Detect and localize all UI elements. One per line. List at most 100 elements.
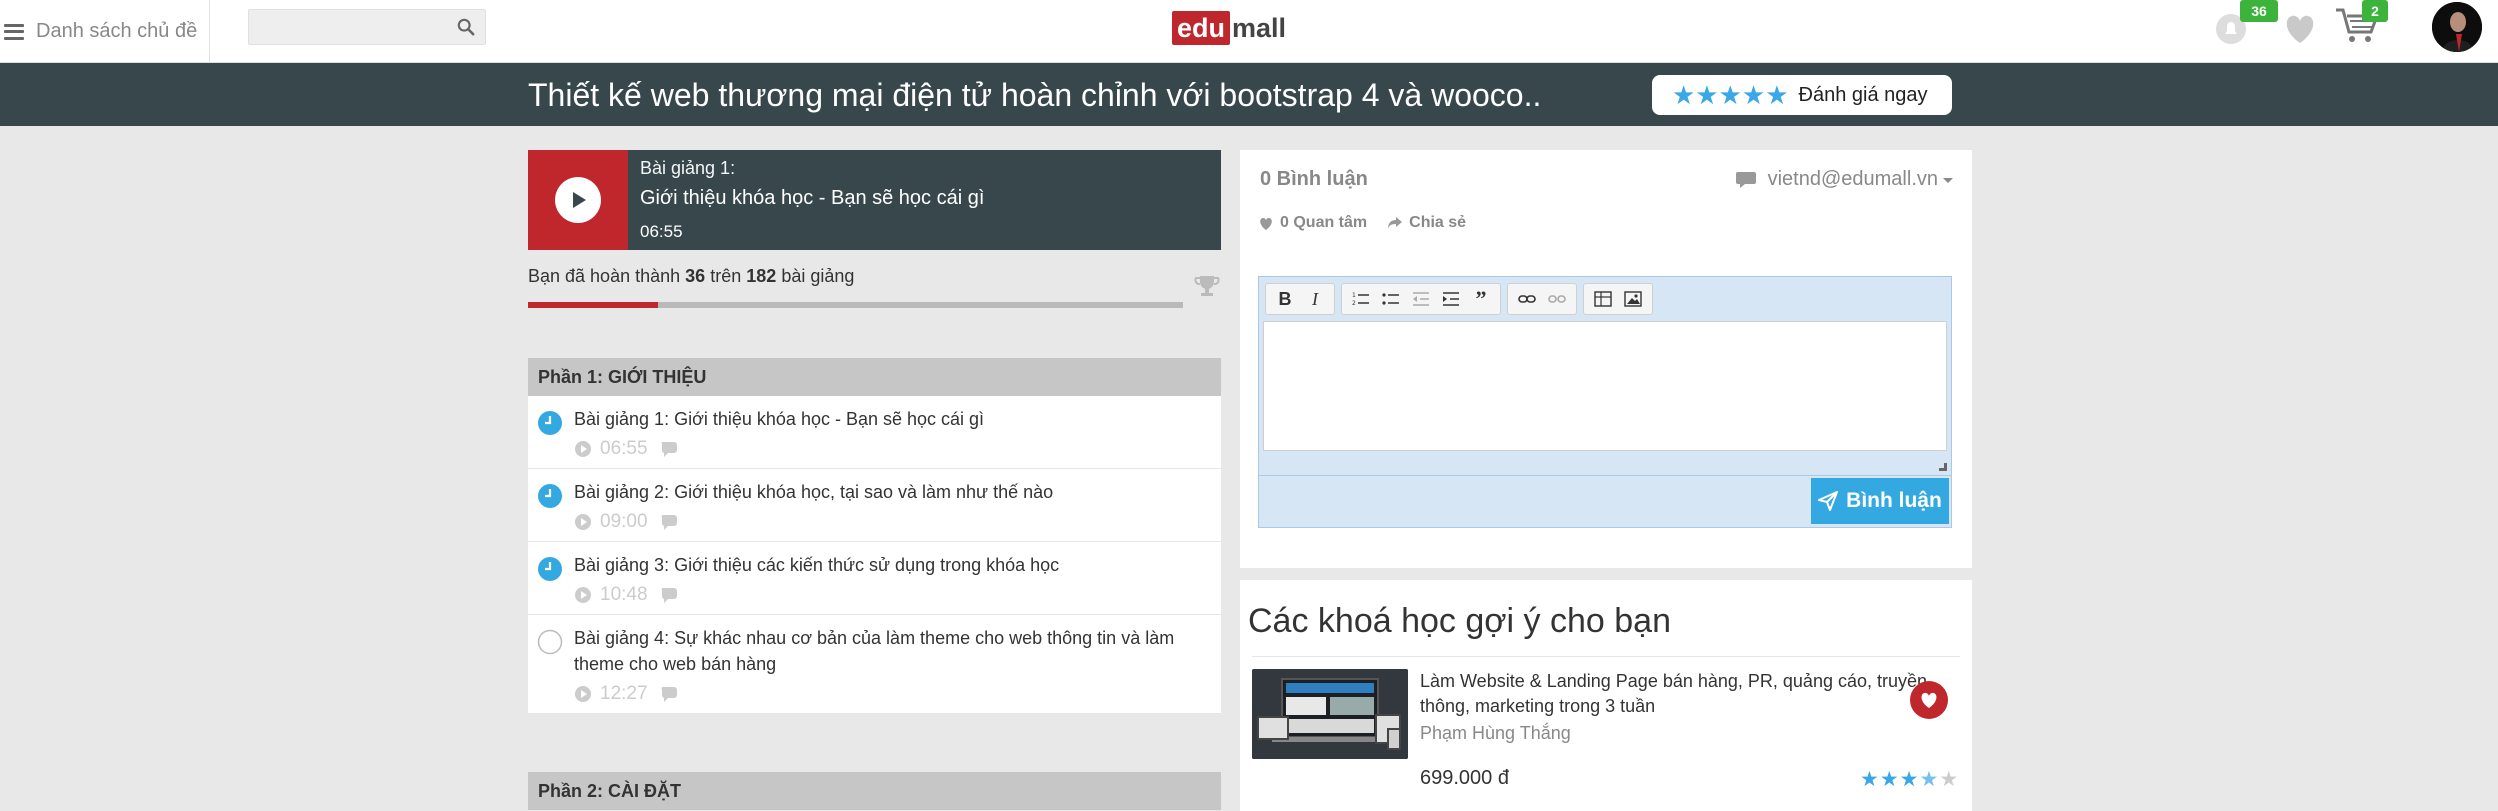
lesson-duration: 10:48 [600, 584, 648, 605]
lesson-title: Bài giảng 1: Giới thiệu khóa học - Bạn s… [574, 409, 985, 429]
lesson-duration: 09:00 [600, 511, 648, 532]
comment-count: 0 Bình luận [1260, 168, 1368, 190]
now-playing-lesson-label: Bài giảng 1: [640, 158, 736, 178]
course-thumbnail[interactable] [1252, 669, 1408, 759]
wishlist-heart-icon[interactable] [2282, 12, 2318, 46]
numbered-list-icon[interactable]: 12 [1346, 285, 1376, 313]
course-rating-stars: ★★★★★ [1860, 767, 1959, 792]
resize-handle-icon[interactable] [1939, 463, 1947, 471]
bullet-list-icon[interactable] [1376, 285, 1406, 313]
cart-count-badge: 2 [2362, 0, 2388, 22]
clock-icon [538, 411, 562, 435]
suggested-course-price: 699.000 đ [1420, 767, 1509, 789]
search-input[interactable] [249, 10, 439, 44]
send-icon [1818, 491, 1839, 511]
progress-text: Bạn đã hoàn thành 36 trên 182 bài giảng [528, 266, 854, 287]
unlink-icon[interactable] [1542, 285, 1572, 313]
lesson-title: Bài giảng 2: Giới thiệu khóa học, tại sa… [574, 482, 1054, 502]
now-playing-card[interactable]: Bài giảng 1: Giới thiệu khóa học - Bạn s… [528, 150, 1221, 250]
comment-icon[interactable] [660, 440, 680, 458]
bold-icon[interactable]: B [1270, 285, 1300, 313]
suggested-courses-title: Các khoá học gợi ý cho bạn [1248, 602, 1671, 640]
course-title: Thiết kế web thương mại điện tử hoàn chỉ… [528, 77, 1542, 113]
notification-count-badge: 36 [2240, 0, 2278, 22]
progress-completed: 36 [685, 266, 706, 286]
progress-total: 182 [746, 266, 777, 286]
comment-icon[interactable] [660, 685, 680, 703]
comment-textarea[interactable] [1263, 321, 1947, 451]
section-header[interactable]: Phần 1: GIỚI THIỆU [528, 358, 1221, 396]
avatar-image [2432, 2, 2482, 52]
search-icon[interactable] [457, 18, 475, 36]
edumall-logo[interactable]: edu mall [1172, 10, 1286, 46]
lesson-duration: 12:27 [600, 683, 648, 704]
svg-text:2: 2 [1352, 300, 1356, 307]
lesson-item[interactable]: Bài giảng 2: Giới thiệu khóa học, tại sa… [528, 469, 1221, 542]
logo-mall: mall [1232, 12, 1287, 43]
suggested-course-author: Phạm Hùng Thắng [1420, 723, 1571, 743]
share-action[interactable]: Chia sẻ [1387, 214, 1466, 232]
share-label: Chia sẻ [1409, 214, 1467, 231]
user-avatar[interactable] [2432, 2, 2482, 52]
comment-icon[interactable] [660, 586, 680, 604]
empty-circle-icon [537, 629, 563, 655]
lesson-item[interactable]: Bài giảng 1: Giới thiệu khóa học - Bạn s… [528, 396, 1221, 469]
svg-text:1: 1 [1352, 292, 1356, 299]
comments-panel: 0 Bình luận vietnd@edumall.vn 0 Quan tâm… [1240, 150, 1972, 568]
italic-icon[interactable]: I [1300, 285, 1330, 313]
star-icon: ★ [1860, 768, 1880, 791]
outdent-icon[interactable] [1406, 285, 1436, 313]
section-header[interactable]: Phần 2: CÀI ĐẶT [528, 772, 1221, 810]
star-icon: ★ [1899, 768, 1920, 791]
logo-edu: edu [1172, 11, 1231, 45]
rating-stars-icon: ★★★★★ [1672, 79, 1789, 110]
rate-now-button[interactable]: ★★★★★ Đánh giá ngay [1652, 75, 1952, 115]
blockquote-icon[interactable]: ” [1466, 285, 1496, 313]
comment-icon[interactable] [660, 513, 680, 531]
topic-menu-label: Danh sách chủ đề [36, 20, 198, 42]
table-icon[interactable] [1588, 285, 1618, 313]
lesson-title: Bài giảng 4: Sự khác nhau cơ bản của làm… [574, 628, 1175, 674]
play-icon[interactable] [555, 177, 601, 223]
heart-icon [1921, 692, 1937, 708]
play-small-icon [575, 441, 591, 457]
lesson-title: Bài giảng 3: Giới thiệu các kiến thức sử… [574, 555, 1060, 575]
rate-now-label: Đánh giá ngay [1798, 83, 1928, 106]
play-small-icon [575, 587, 591, 603]
lesson-item[interactable]: Bài giảng 3: Giới thiệu các kiến thức sử… [528, 542, 1221, 615]
lesson-item[interactable]: Bài giảng 4: Sự khác nhau cơ bản của làm… [528, 615, 1221, 714]
trophy-icon [1194, 276, 1220, 296]
comment-user-email: vietnd@edumall.vn [1767, 168, 1938, 190]
indent-icon[interactable] [1436, 285, 1466, 313]
image-icon[interactable] [1618, 285, 1648, 313]
progress-prefix: Bạn đã hoàn thành [528, 266, 681, 286]
top-navbar: Danh sách chủ đề edu mall 36 2 [0, 0, 2498, 63]
progress-suffix: bài giảng [781, 266, 855, 286]
heart-icon [1260, 217, 1272, 230]
suggested-course-item[interactable]: Làm Website & Landing Page bán hàng, PR,… [1252, 656, 1960, 806]
suggested-course-title[interactable]: Làm Website & Landing Page bán hàng, PR,… [1420, 669, 1960, 719]
comment-editor: B I 12 ” [1258, 276, 1952, 476]
topic-menu-button[interactable]: Danh sách chủ đề [0, 0, 210, 63]
clock-icon [538, 557, 562, 581]
comment-bubble-icon [1735, 171, 1756, 188]
play-small-icon [575, 514, 591, 530]
play-small-icon [575, 686, 591, 702]
curriculum-section-2: Phần 2: CÀI ĐẶT [528, 772, 1221, 810]
comment-user-dropdown[interactable]: vietnd@edumall.vn [1735, 168, 1954, 191]
comment-submit-row: Bình luận [1258, 476, 1952, 528]
submit-comment-button[interactable]: Bình luận [1811, 478, 1949, 524]
chevron-down-icon [1943, 177, 1953, 183]
course-title-bar: Thiết kế web thương mại điện tử hoàn chỉ… [0, 63, 2498, 126]
search-box [248, 9, 486, 45]
progress-middle: trên [710, 266, 742, 286]
suggested-courses-panel: Các khoá học gợi ý cho bạn Làm Website &… [1240, 580, 1972, 811]
star-icon: ★ [1879, 768, 1900, 791]
submit-comment-label: Bình luận [1846, 489, 1942, 512]
like-action[interactable]: 0 Quan tâm [1258, 214, 1367, 232]
link-icon[interactable] [1512, 285, 1542, 313]
share-icon [1388, 217, 1403, 229]
now-playing-thumb [528, 150, 628, 250]
wishlist-heart-button[interactable] [1910, 681, 1948, 719]
curriculum-list: Phần 1: GIỚI THIỆU Bài giảng 1: Giới thi… [528, 358, 1221, 714]
